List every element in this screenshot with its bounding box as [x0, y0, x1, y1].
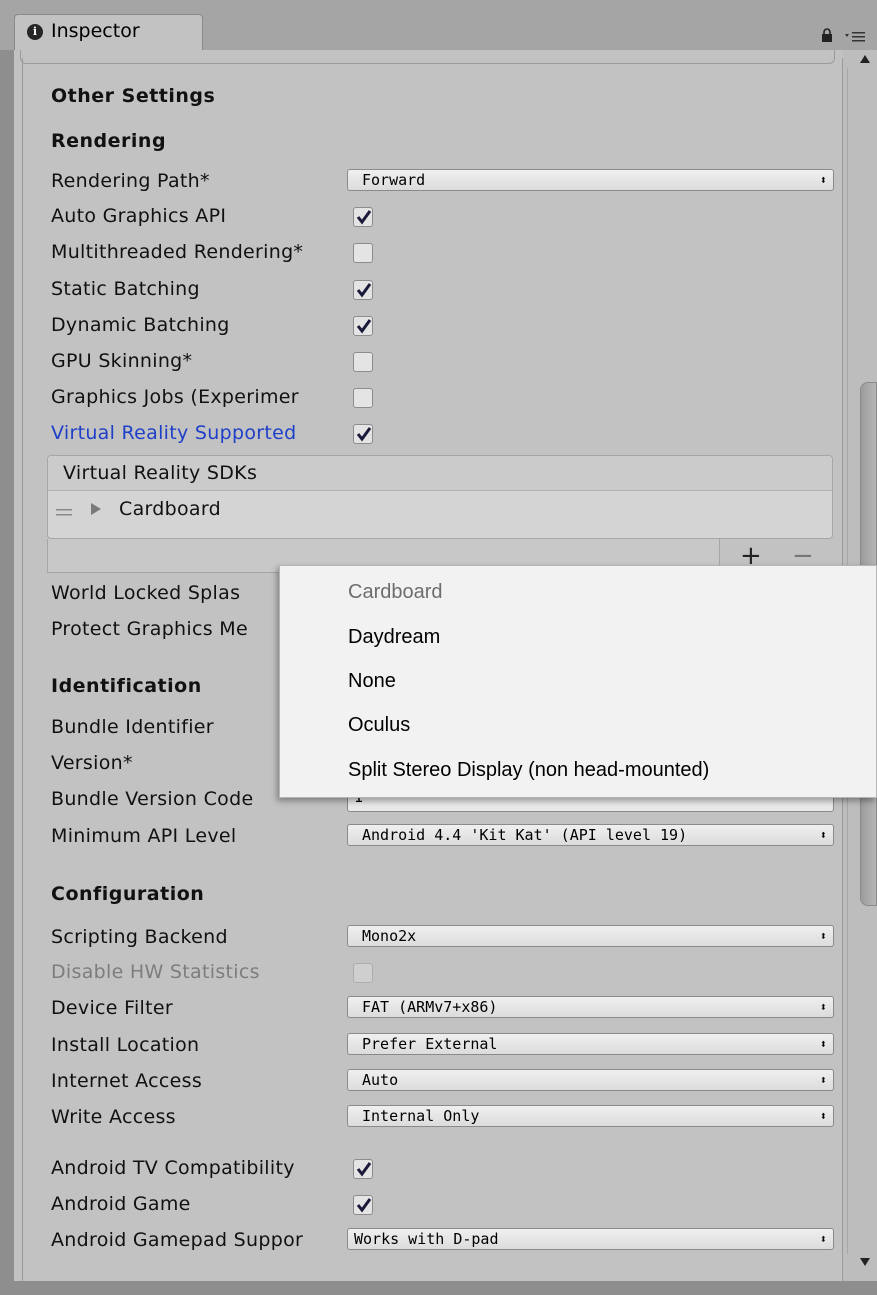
gpu-skinning-label: GPU Skinning*	[51, 350, 193, 372]
updown-arrow-icon: ⬍	[819, 929, 827, 943]
vr-sdk-list-header: Virtual Reality SDKs	[48, 456, 832, 491]
menu-item-oculus[interactable]: Oculus	[348, 714, 410, 737]
dynamic-batching-label: Dynamic Batching	[51, 314, 230, 336]
check-icon	[356, 1162, 372, 1177]
menu-item-split-stereo-display[interactable]: Split Stereo Display (non head-mounted)	[348, 759, 709, 782]
check-icon	[356, 210, 372, 225]
install-location-label: Install Location	[51, 1034, 200, 1056]
internet-access-dropdown[interactable]: Auto ⬍	[347, 1069, 834, 1091]
updown-arrow-icon: ⬍	[819, 1232, 827, 1246]
rendering-path-dropdown[interactable]: Forward ⬍	[347, 169, 834, 191]
check-icon	[356, 1198, 372, 1213]
android-tv-compatibility-checkbox[interactable]	[353, 1159, 373, 1179]
other-settings-header: Other Settings	[51, 85, 216, 107]
dropdown-value: Mono2x	[362, 927, 417, 945]
info-icon: i	[27, 24, 43, 40]
android-game-checkbox[interactable]	[353, 1195, 373, 1215]
updown-arrow-icon: ⬍	[819, 1037, 827, 1051]
check-icon	[356, 283, 372, 298]
tab-inspector[interactable]: i Inspector	[14, 14, 203, 52]
write-access-label: Write Access	[51, 1106, 176, 1128]
updown-arrow-icon: ⬍	[819, 173, 827, 187]
dropdown-value: FAT (ARMv7+x86)	[362, 998, 498, 1016]
dropdown-value: Auto	[362, 1071, 399, 1089]
previous-section-bottom	[20, 50, 835, 64]
internet-access-label: Internet Access	[51, 1070, 203, 1092]
lock-icon[interactable]	[821, 28, 833, 42]
static-batching-label: Static Batching	[51, 278, 200, 300]
disable-hw-statistics-label: Disable HW Statistics	[51, 961, 260, 983]
window-bottom-edge	[0, 1281, 877, 1295]
scripting-backend-label: Scripting Backend	[51, 926, 228, 948]
tab-label: Inspector	[51, 20, 140, 42]
menu-item-daydream[interactable]: Daydream	[348, 626, 440, 649]
multithreaded-rendering-checkbox[interactable]	[353, 243, 373, 263]
device-filter-dropdown[interactable]: FAT (ARMv7+x86) ⬍	[347, 996, 834, 1018]
menu-item-cardboard: Cardboard	[348, 581, 443, 603]
device-filter-label: Device Filter	[51, 997, 173, 1019]
dropdown-value: Prefer External	[362, 1035, 498, 1053]
bundle-identifier-label: Bundle Identifier	[51, 716, 214, 738]
dropdown-value: Android 4.4 'Kit Kat' (API level 19)	[362, 826, 688, 844]
version-label: Version*	[51, 752, 133, 774]
auto-graphics-api-checkbox[interactable]	[353, 207, 373, 227]
vr-sdk-header-label: Virtual Reality SDKs	[63, 462, 258, 484]
minimum-api-level-dropdown[interactable]: Android 4.4 'Kit Kat' (API level 19) ⬍	[347, 824, 834, 846]
dropdown-value: Works with D-pad	[354, 1230, 499, 1248]
static-batching-checkbox[interactable]	[353, 280, 373, 300]
gpu-skinning-checkbox[interactable]	[353, 352, 373, 372]
triangle-right-icon[interactable]	[91, 503, 101, 515]
identification-header: Identification	[51, 675, 202, 697]
vr-supported-label: Virtual Reality Supported	[51, 422, 297, 444]
menu-icon[interactable]	[845, 30, 865, 44]
protect-graphics-memory-label: Protect Graphics Me	[51, 618, 248, 640]
vr-supported-checkbox[interactable]	[353, 424, 373, 444]
android-game-label: Android Game	[51, 1193, 191, 1215]
tab-bar: i Inspector	[0, 0, 877, 52]
multithreaded-rendering-label: Multithreaded Rendering*	[51, 241, 304, 263]
minimum-api-level-label: Minimum API Level	[51, 825, 237, 847]
updown-arrow-icon: ⬍	[819, 1109, 827, 1123]
scroll-down-arrow-icon[interactable]	[860, 1258, 870, 1266]
vr-sdk-list: Virtual Reality SDKs Cardboard	[47, 455, 833, 539]
updown-arrow-icon: ⬍	[819, 828, 827, 842]
auto-graphics-api-label: Auto Graphics API	[51, 205, 227, 227]
check-icon	[356, 427, 372, 442]
world-locked-splash-label: World Locked Splas	[51, 582, 241, 604]
vr-sdk-popup-menu: Cardboard Daydream None Oculus Split Ste…	[279, 565, 877, 798]
dropdown-value: Internal Only	[362, 1107, 480, 1125]
menu-item-none[interactable]: None	[348, 670, 396, 693]
list-item[interactable]: Cardboard	[48, 491, 832, 531]
write-access-dropdown[interactable]: Internal Only ⬍	[347, 1105, 834, 1127]
dynamic-batching-checkbox[interactable]	[353, 316, 373, 336]
android-gamepad-support-label: Android Gamepad Suppor	[51, 1229, 304, 1251]
drag-handle-icon[interactable]	[56, 509, 72, 517]
configuration-header: Configuration	[51, 883, 205, 905]
inspector-window: i Inspector Other Settings Rendering Ren…	[0, 0, 877, 1295]
dropdown-value: Forward	[362, 171, 426, 189]
disable-hw-statistics-checkbox	[353, 963, 373, 983]
graphics-jobs-label: Graphics Jobs (Experimer	[51, 386, 299, 408]
android-tv-compatibility-label: Android TV Compatibility	[51, 1157, 295, 1179]
updown-arrow-icon: ⬍	[819, 1073, 827, 1087]
bundle-version-code-label: Bundle Version Code	[51, 788, 254, 810]
vr-sdk-item-label: Cardboard	[119, 498, 222, 520]
scripting-backend-dropdown[interactable]: Mono2x ⬍	[347, 925, 834, 947]
updown-arrow-icon: ⬍	[819, 1000, 827, 1014]
check-icon	[356, 319, 372, 334]
scroll-up-arrow-icon[interactable]	[860, 55, 870, 63]
rendering-path-label: Rendering Path*	[51, 170, 210, 192]
install-location-dropdown[interactable]: Prefer External ⬍	[347, 1033, 834, 1055]
graphics-jobs-checkbox[interactable]	[353, 388, 373, 408]
android-gamepad-support-dropdown[interactable]: Works with D-pad ⬍	[347, 1228, 834, 1250]
rendering-header: Rendering	[51, 130, 167, 152]
